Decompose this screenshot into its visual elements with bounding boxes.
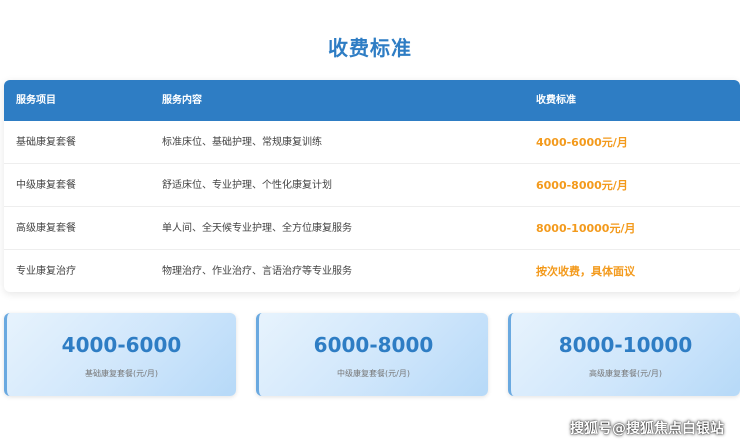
table-header: 服务项目 服务内容 收费标准: [4, 80, 740, 121]
price-card-intermediate: 6000-8000 中级康复套餐(元/月): [256, 313, 488, 396]
cell-service-item: 基础康复套餐: [16, 137, 76, 148]
table-row: 基础康复套餐 标准床位、基础护理、常规康复训练 4000-6000元/月: [4, 121, 740, 164]
table-row: 高级康复套餐 单人间、全天候专业护理、全方位康复服务 8000-10000元/月: [4, 207, 740, 250]
cell-price: 8000-10000元/月: [536, 222, 636, 235]
source-watermark: 搜狐号@搜狐焦点白银站: [570, 421, 724, 437]
cell-service-item: 高级康复套餐: [16, 223, 76, 234]
card-label: 基础康复套餐(元/月): [85, 369, 158, 378]
cell-service-item: 专业康复治疗: [16, 266, 76, 277]
table-row: 中级康复套餐 舒适床位、专业护理、个性化康复计划 6000-8000元/月: [4, 164, 740, 207]
pricing-table: 服务项目 服务内容 收费标准 基础康复套餐 标准床位、基础护理、常规康复训练 4…: [4, 80, 740, 292]
cell-service-item: 中级康复套餐: [16, 180, 76, 191]
card-value: 6000-8000: [313, 333, 434, 357]
cell-service-content: 物理治疗、作业治疗、言语治疗等专业服务: [162, 266, 352, 277]
card-value: 4000-6000: [61, 333, 182, 357]
cell-service-content: 舒适床位、专业护理、个性化康复计划: [162, 180, 332, 191]
header-price: 收费标准: [536, 95, 576, 106]
page-title: 收费标准: [328, 36, 412, 60]
table-row: 专业康复治疗 物理治疗、作业治疗、言语治疗等专业服务 按次收费，具体面议: [4, 250, 740, 292]
header-service-content: 服务内容: [162, 95, 202, 106]
card-value: 8000-10000: [558, 333, 693, 357]
cell-price: 6000-8000元/月: [536, 179, 628, 192]
cell-price: 4000-6000元/月: [536, 136, 628, 149]
price-summary-cards: 4000-6000 基础康复套餐(元/月) 6000-8000 中级康复套餐(元…: [4, 313, 740, 396]
card-label: 中级康复套餐(元/月): [337, 369, 410, 378]
cell-service-content: 单人间、全天候专业护理、全方位康复服务: [162, 223, 352, 234]
card-label: 高级康复套餐(元/月): [589, 369, 662, 378]
cell-service-content: 标准床位、基础护理、常规康复训练: [162, 137, 322, 148]
cell-price: 按次收费，具体面议: [536, 265, 635, 278]
price-card-advanced: 8000-10000 高级康复套餐(元/月): [508, 313, 740, 396]
price-card-basic: 4000-6000 基础康复套餐(元/月): [4, 313, 236, 396]
header-service-item: 服务项目: [16, 95, 56, 106]
